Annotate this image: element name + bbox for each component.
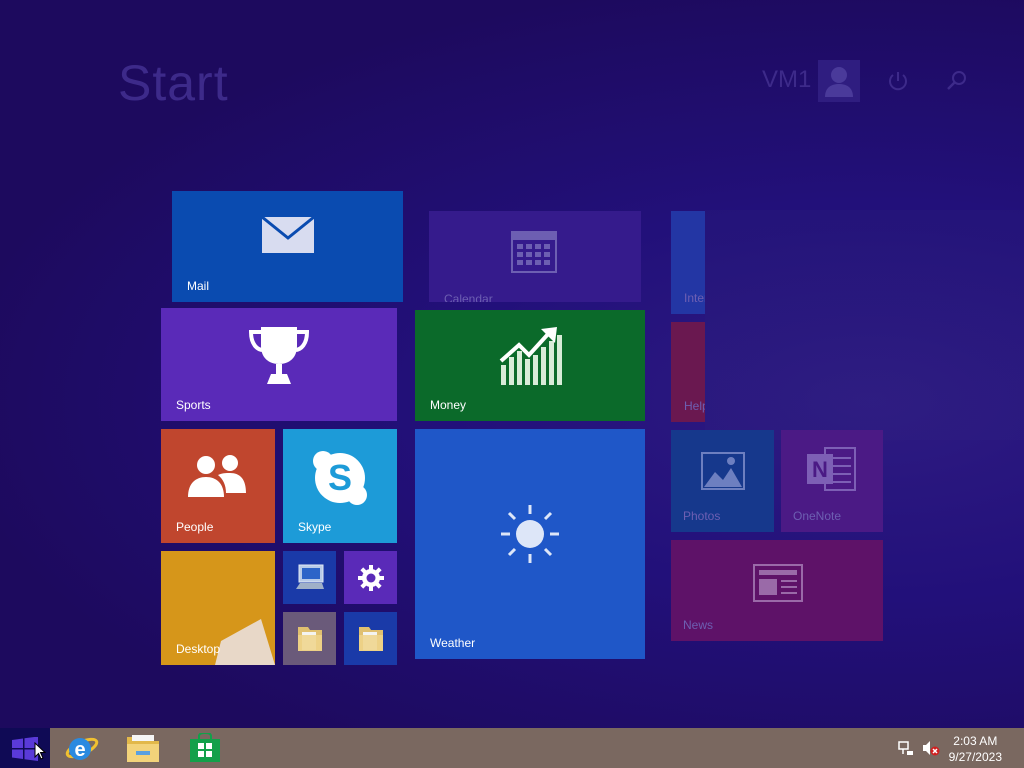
money-chart-icon xyxy=(499,327,562,385)
search-icon[interactable] xyxy=(945,69,969,98)
mail-icon xyxy=(261,216,315,253)
tile-desktop[interactable]: Desktop xyxy=(161,551,275,665)
tile-sports[interactable]: Sports xyxy=(161,308,397,421)
tile-news[interactable]: News xyxy=(671,540,883,641)
svg-text:N: N xyxy=(812,457,828,482)
clock[interactable]: 2:03 AM 9/27/2023 xyxy=(949,733,1002,765)
tile-weather[interactable]: Weather xyxy=(415,429,645,659)
start-title: Start xyxy=(118,55,229,111)
tile-this-pc[interactable] xyxy=(283,551,336,604)
clock-time: 2:03 AM xyxy=(953,734,998,748)
computer-icon xyxy=(296,564,324,589)
tile-calendar[interactable]: Calendar xyxy=(429,211,641,302)
user-name[interactable]: VM1 xyxy=(762,66,811,94)
taskbar-store[interactable] xyxy=(177,728,233,768)
mouse-cursor-icon xyxy=(34,742,46,760)
svg-text:e: e xyxy=(74,739,85,761)
taskbar-internet-explorer[interactable]: e xyxy=(53,728,109,768)
tile-label: Inter xyxy=(684,291,705,305)
tile-internet-explorer[interactable]: Inter xyxy=(671,211,705,314)
power-icon[interactable] xyxy=(886,69,910,98)
sun-icon xyxy=(501,505,559,563)
avatar[interactable] xyxy=(818,60,860,102)
start-button[interactable] xyxy=(0,728,50,768)
tile-mail[interactable]: Mail xyxy=(172,191,403,302)
taskbar: e 2:03 AM 9/27/2023 xyxy=(0,728,1024,768)
taskbar-file-explorer[interactable] xyxy=(115,728,171,768)
tile-money[interactable]: Money xyxy=(415,310,645,421)
tile-label: Calendar xyxy=(444,292,493,302)
volume-muted-icon[interactable] xyxy=(922,740,940,761)
start-screen: Start VM1 Mail Calendar Sports Money Peo… xyxy=(0,0,1024,728)
tile-label: Mail xyxy=(187,279,210,293)
folder-icon xyxy=(359,627,383,651)
tile-label: Photos xyxy=(683,509,721,523)
tile-skype[interactable]: S Skype xyxy=(283,429,397,543)
tile-people[interactable]: People xyxy=(161,429,275,543)
tile-label: Sports xyxy=(176,398,211,412)
gear-icon xyxy=(358,565,384,591)
clock-date: 9/27/2023 xyxy=(948,750,1002,764)
onenote-icon: N xyxy=(807,447,856,491)
network-icon[interactable] xyxy=(898,740,914,761)
tile-label: People xyxy=(176,520,214,534)
tile-label: Skype xyxy=(298,520,332,534)
folder-icon xyxy=(298,627,322,651)
tile-label: Help xyxy=(684,399,705,413)
tile-label: OneNote xyxy=(793,509,842,523)
user-icon xyxy=(825,67,853,97)
tile-help[interactable]: Help xyxy=(671,322,705,422)
tile-label: Money xyxy=(430,398,467,412)
news-icon xyxy=(753,564,803,602)
people-icon xyxy=(188,455,246,497)
skype-icon: S xyxy=(313,451,367,505)
tile-label: Weather xyxy=(430,636,476,650)
tile-file-explorer[interactable] xyxy=(344,612,397,665)
trophy-icon xyxy=(248,327,310,384)
calendar-icon xyxy=(511,231,557,273)
tile-documents[interactable] xyxy=(283,612,336,665)
photo-icon xyxy=(701,452,745,490)
store-icon xyxy=(190,733,220,762)
svg-text:S: S xyxy=(328,457,352,498)
tile-settings[interactable] xyxy=(344,551,397,604)
file-explorer-icon xyxy=(127,735,159,762)
tile-photos[interactable]: Photos xyxy=(671,430,774,532)
internet-explorer-icon: e xyxy=(65,737,99,761)
tile-label: Desktop xyxy=(176,642,221,656)
tile-onenote[interactable]: N OneNote xyxy=(781,430,883,532)
background-art xyxy=(705,210,1024,440)
tile-label: News xyxy=(683,618,714,632)
